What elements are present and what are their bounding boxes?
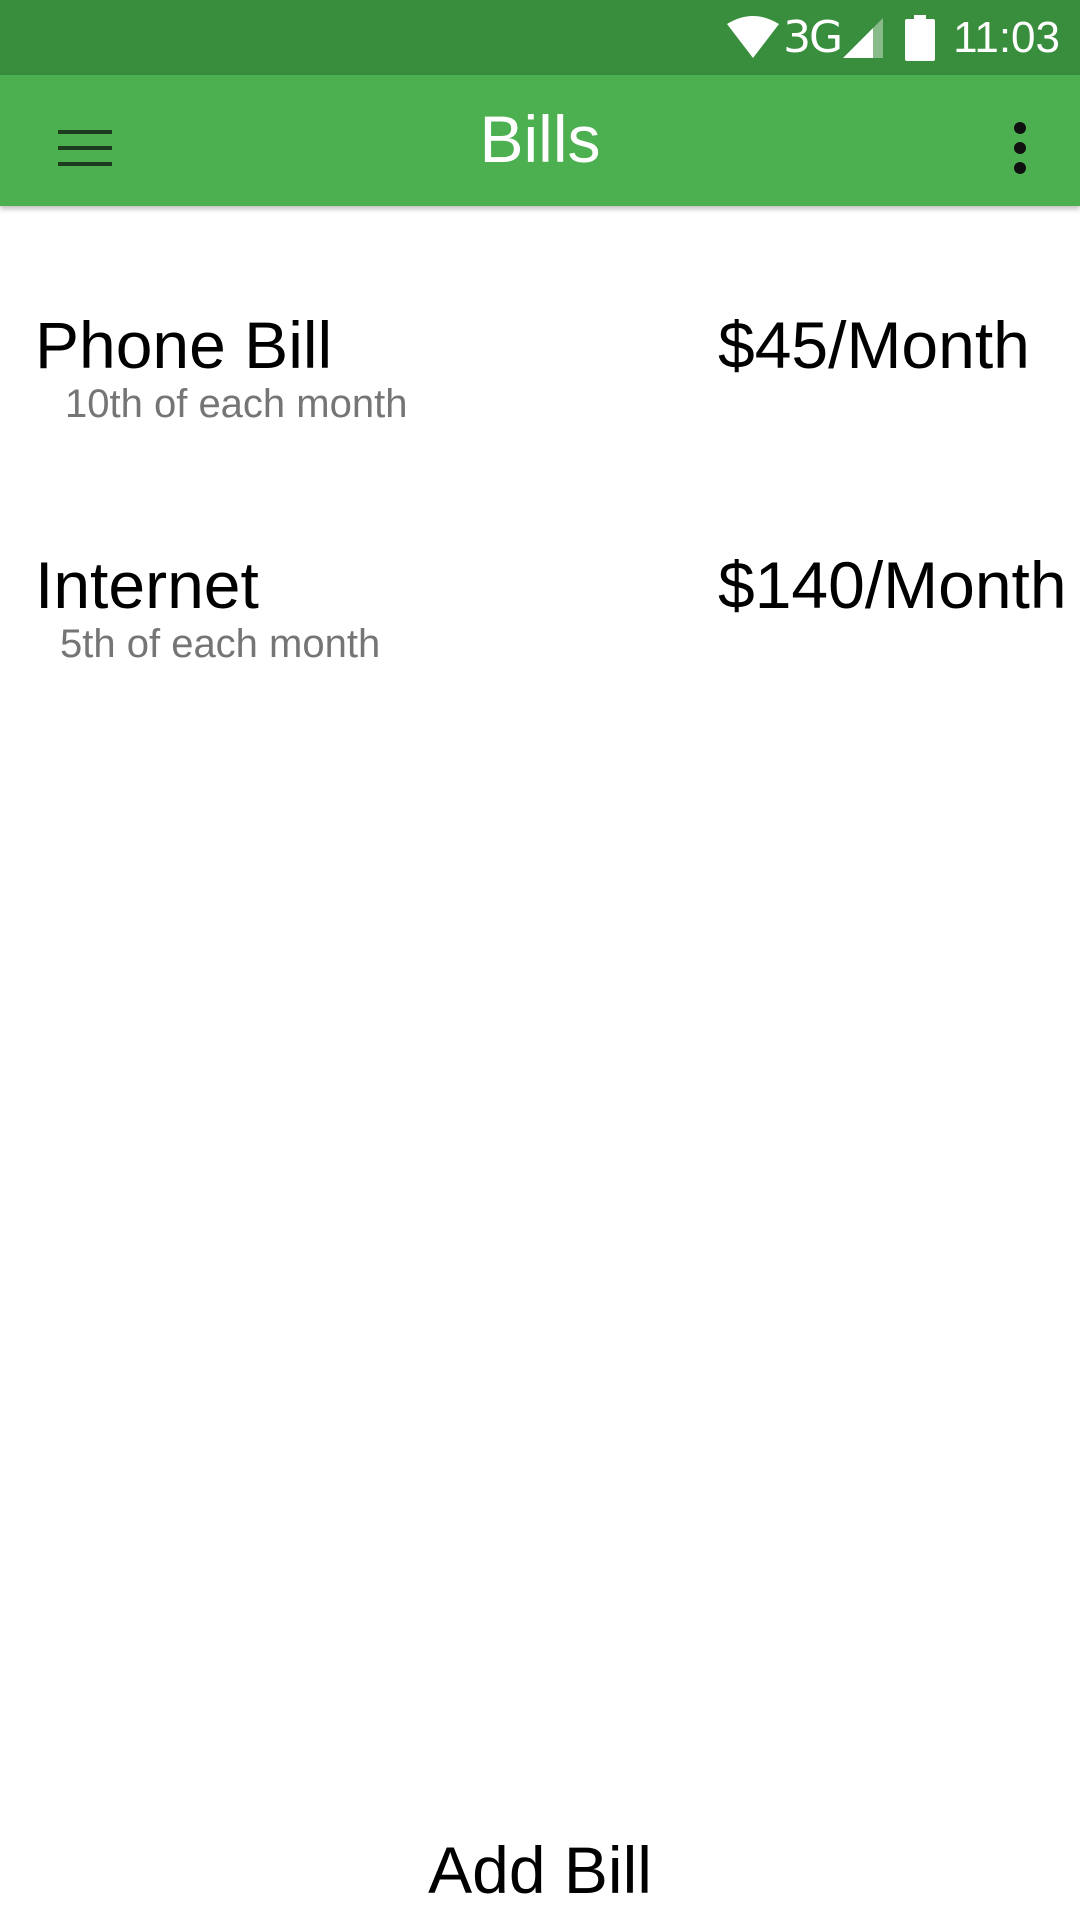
add-bill-button[interactable]: Add Bill	[0, 1830, 1080, 1910]
battery-icon	[905, 14, 936, 61]
bill-amount: $45/Month	[718, 308, 1030, 382]
bill-due-date: 5th of each month	[60, 622, 381, 666]
wifi-icon	[727, 15, 780, 60]
cell-signal-icon	[843, 17, 884, 58]
clock: 11:03	[953, 12, 1060, 62]
bill-item-phone[interactable]: Phone Bill $45/Month 10th of each month	[0, 206, 1080, 446]
bill-list: Phone Bill $45/Month 10th of each month …	[0, 206, 1080, 686]
overflow-menu-button[interactable]	[980, 105, 1060, 195]
bill-name: Phone Bill	[35, 308, 333, 382]
app-bar: Bills	[0, 75, 1080, 206]
network-type-label: 3G	[783, 12, 843, 63]
bill-due-date: 10th of each month	[65, 382, 408, 426]
bill-item-internet[interactable]: Internet $140/Month 5th of each month	[0, 446, 1080, 686]
bill-amount: $140/Month	[718, 548, 1067, 622]
status-bar: 3G 11:03	[0, 0, 1080, 75]
page-title: Bills	[479, 102, 601, 176]
screen: 3G 11:03 Bills Phone Bill $45/Month 10th…	[0, 0, 1080, 1920]
bill-name: Internet	[35, 548, 259, 622]
more-vert-icon	[1013, 121, 1027, 179]
